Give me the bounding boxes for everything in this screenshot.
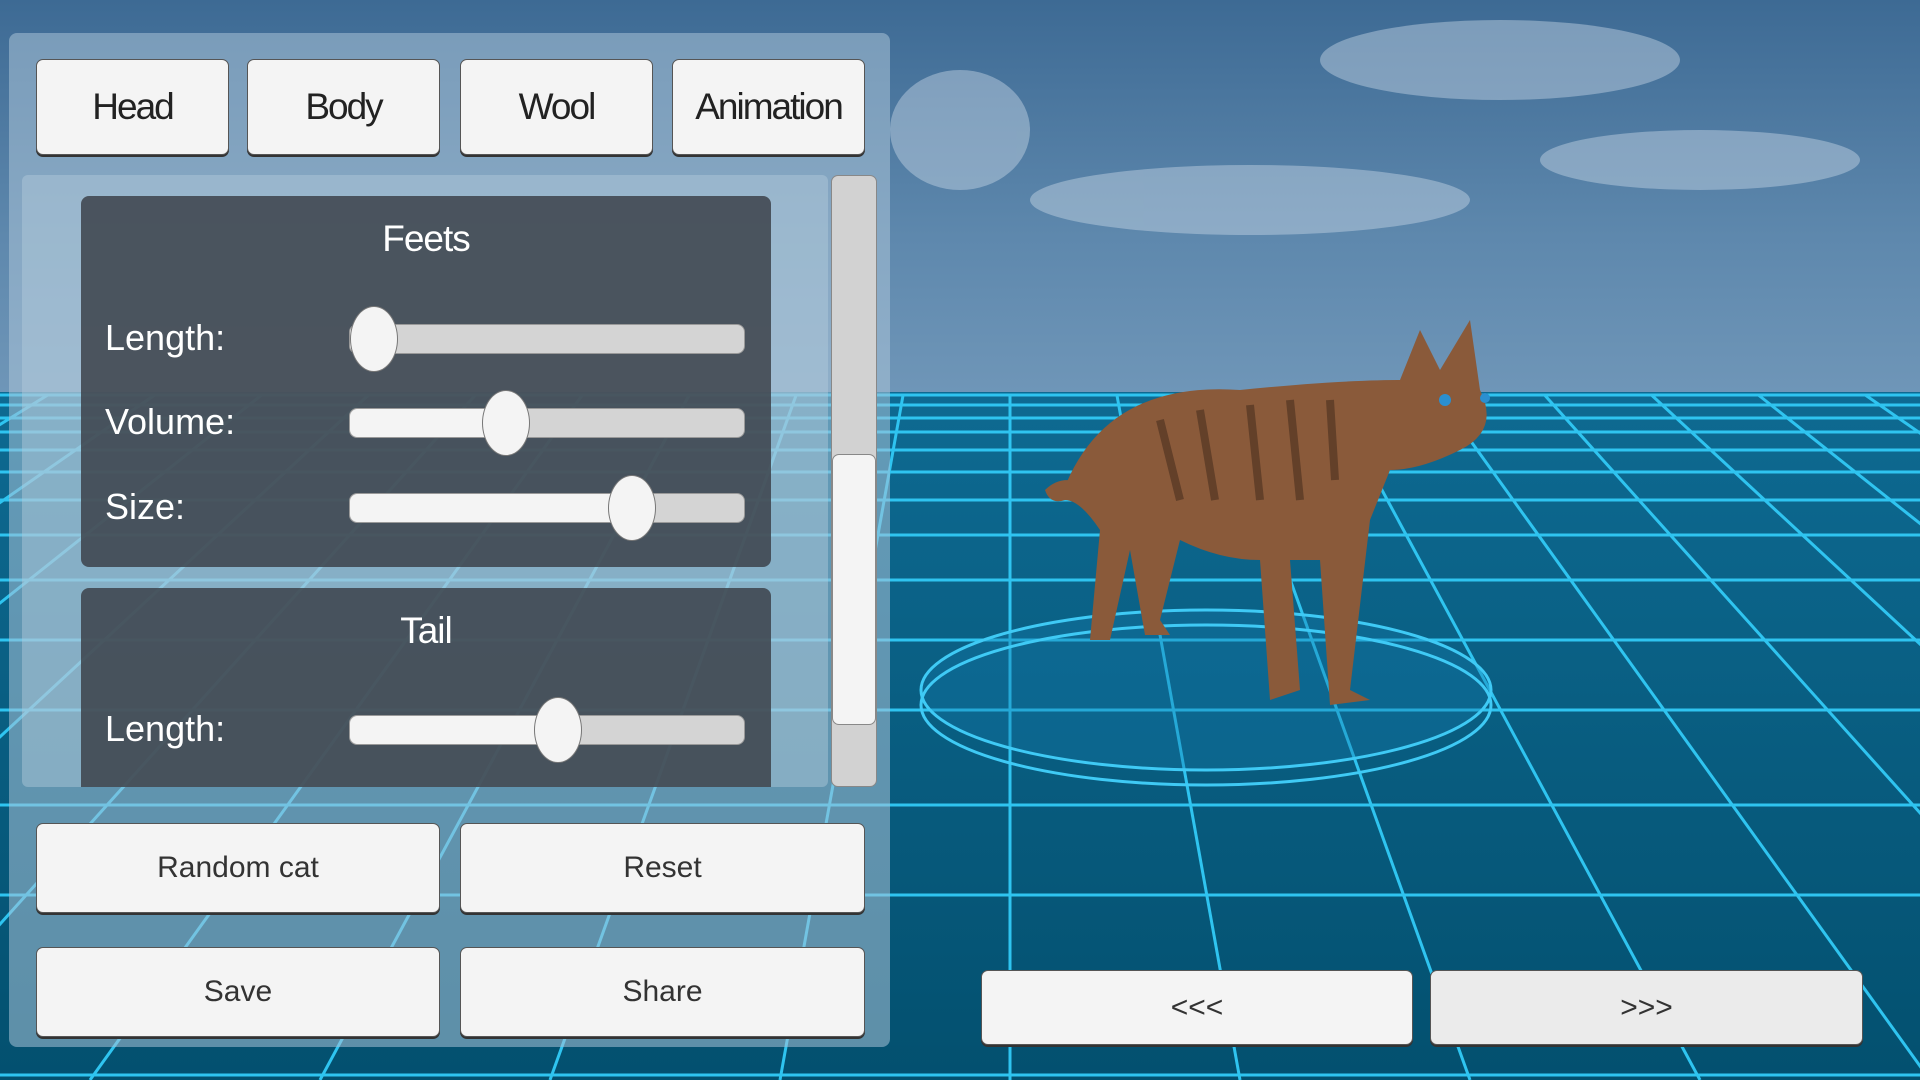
tab-wool[interactable]: Wool bbox=[460, 59, 653, 155]
feets-section: Feets Length: Volume: Size: bbox=[81, 196, 771, 567]
slider-handle[interactable] bbox=[482, 390, 531, 456]
feets-size-slider[interactable] bbox=[349, 475, 745, 541]
save-button[interactable]: Save bbox=[36, 947, 440, 1037]
slider-handle[interactable] bbox=[534, 697, 583, 763]
tab-head[interactable]: Head bbox=[36, 59, 229, 155]
slider-label: Length: bbox=[105, 708, 226, 749]
feets-length-slider[interactable] bbox=[349, 306, 745, 372]
slider-handle[interactable] bbox=[350, 306, 398, 372]
scrollbar-thumb[interactable] bbox=[832, 454, 876, 725]
tail-section: Tail Length: bbox=[81, 588, 771, 787]
random-cat-button[interactable]: Random cat bbox=[36, 823, 440, 913]
reset-button[interactable]: Reset bbox=[460, 823, 865, 913]
tail-length-slider[interactable] bbox=[349, 697, 745, 763]
settings-scroll-view[interactable]: Feets Length: Volume: Size: Tail Length: bbox=[22, 175, 828, 787]
slider-label: Size: bbox=[105, 486, 186, 527]
slider-label: Length: bbox=[105, 317, 226, 358]
share-button[interactable]: Share bbox=[460, 947, 865, 1037]
slider-label: Volume: bbox=[105, 401, 236, 442]
feets-volume-slider[interactable] bbox=[349, 390, 745, 456]
section-title: Feets bbox=[382, 218, 471, 259]
vertical-scrollbar[interactable] bbox=[831, 175, 877, 787]
next-cat-button[interactable]: >>> bbox=[1430, 970, 1863, 1045]
slider-handle[interactable] bbox=[607, 475, 656, 541]
previous-cat-button[interactable]: <<< bbox=[981, 970, 1413, 1045]
tab-body[interactable]: Body bbox=[247, 59, 440, 155]
section-title: Tail bbox=[400, 610, 453, 651]
tab-animation[interactable]: Animation bbox=[672, 59, 865, 155]
